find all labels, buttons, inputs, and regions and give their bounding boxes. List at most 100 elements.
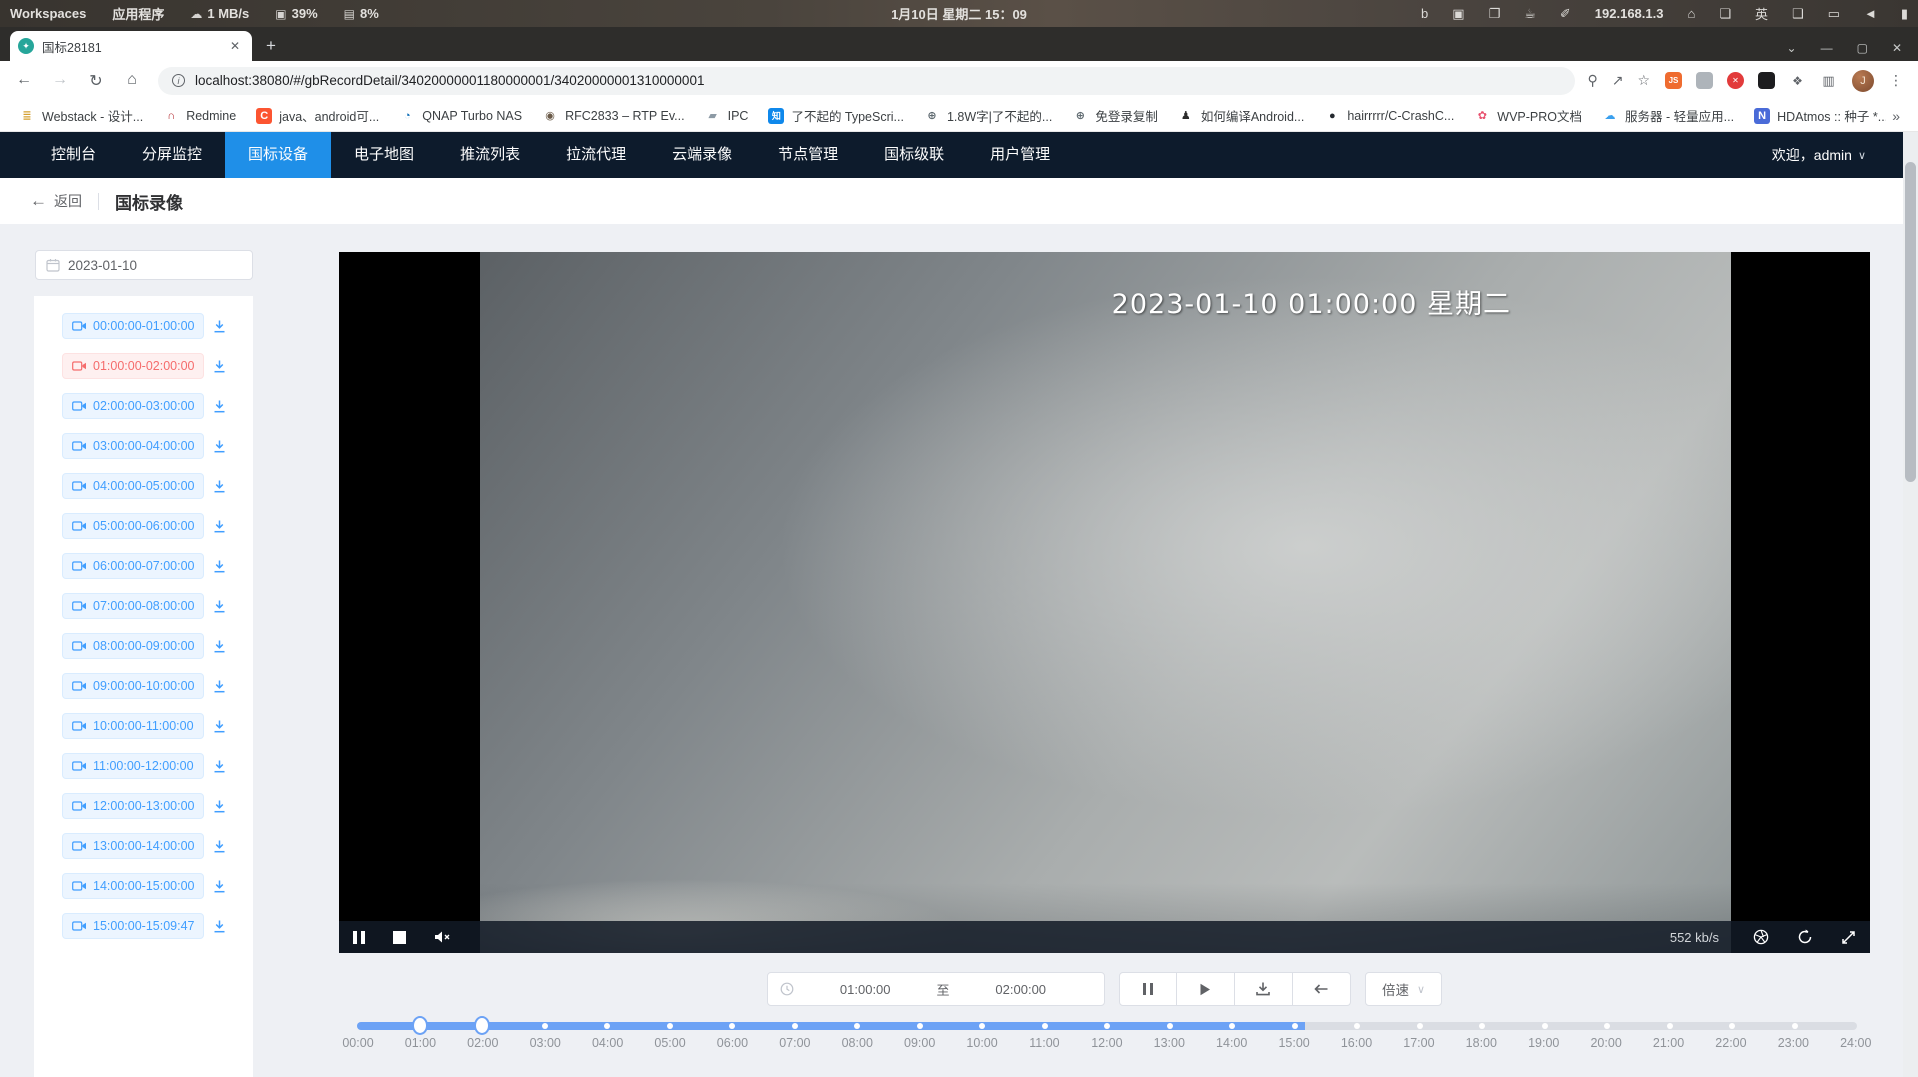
recording-segment[interactable]: 04:00:00-05:00:00 bbox=[62, 473, 204, 499]
player-pause-icon[interactable] bbox=[353, 931, 365, 944]
minimize-icon[interactable]: — bbox=[1821, 41, 1833, 55]
reload-icon[interactable]: ↻ bbox=[82, 71, 110, 91]
back-icon[interactable]: ← bbox=[10, 71, 38, 91]
nav-item[interactable]: 用户管理 bbox=[967, 132, 1073, 178]
recording-segment[interactable]: 05:00:00-06:00:00 bbox=[62, 513, 204, 539]
input-method-icon[interactable]: 英 bbox=[1755, 4, 1768, 23]
browser-tab[interactable]: ✦ 国标28181 ✕ bbox=[10, 31, 252, 61]
workspaces-button[interactable]: Workspaces bbox=[10, 6, 86, 21]
bookmark-item[interactable]: ⊕ 1.8W字|了不起的... bbox=[917, 102, 1059, 129]
bookmark-item[interactable]: ▰ IPC bbox=[698, 104, 756, 128]
extension-icon[interactable] bbox=[1758, 72, 1775, 89]
mute-icon[interactable] bbox=[434, 930, 451, 944]
key-icon[interactable]: ⚲ bbox=[1587, 72, 1597, 89]
bookmark-item[interactable]: ≣ Webstack - 设计... bbox=[12, 102, 150, 129]
profile-avatar[interactable]: J bbox=[1852, 70, 1874, 92]
bookmark-item[interactable]: ◉ RFC2833 – RTP Ev... bbox=[535, 104, 692, 128]
applications-button[interactable]: 应用程序 bbox=[112, 4, 164, 23]
share-icon[interactable]: ↗ bbox=[1612, 72, 1624, 89]
user-menu[interactable]: 欢迎，admin ∨ bbox=[1772, 145, 1918, 165]
download-icon[interactable] bbox=[212, 359, 227, 374]
recording-segment[interactable]: 02:00:00-03:00:00 bbox=[62, 393, 204, 419]
nav-item[interactable]: 拉流代理 bbox=[543, 132, 649, 178]
download-icon[interactable] bbox=[212, 919, 227, 934]
nav-item[interactable]: 节点管理 bbox=[755, 132, 861, 178]
recording-segment[interactable]: 14:00:00-15:00:00 bbox=[62, 873, 204, 899]
recording-segment[interactable]: 03:00:00-04:00:00 bbox=[62, 433, 204, 459]
download-icon[interactable] bbox=[212, 719, 227, 734]
clipboard-icon[interactable]: ❐ bbox=[1489, 6, 1501, 22]
nav-item[interactable]: 推流列表 bbox=[437, 132, 543, 178]
nav-item[interactable]: 分屏监控 bbox=[119, 132, 225, 178]
play-button[interactable] bbox=[1177, 972, 1235, 1006]
site-info-icon[interactable]: i bbox=[172, 74, 185, 87]
back-arrow-icon[interactable]: ← bbox=[30, 191, 47, 211]
browser-menu-icon[interactable]: ⋮ bbox=[1889, 72, 1904, 89]
bookmarks-overflow-icon[interactable]: » bbox=[1886, 108, 1906, 124]
bookmark-item[interactable]: 知 了不起的 TypeScri... bbox=[761, 102, 911, 129]
recording-segment[interactable]: 06:00:00-07:00:00 bbox=[62, 553, 204, 579]
color-picker-icon[interactable]: ✐ bbox=[1560, 6, 1571, 22]
extension-icon[interactable]: ✕ bbox=[1727, 72, 1744, 89]
bing-icon[interactable]: b bbox=[1421, 6, 1428, 21]
download-icon[interactable] bbox=[212, 319, 227, 334]
maximize-icon[interactable]: ▢ bbox=[1857, 41, 1868, 55]
range-end-time[interactable]: 02:00:00 bbox=[949, 982, 1092, 997]
bookmark-item[interactable]: ● hairrrrr/C-CrashC... bbox=[1317, 104, 1461, 128]
screenshot-tool-icon[interactable]: ▣ bbox=[1452, 6, 1464, 22]
seek-back-button[interactable] bbox=[1293, 972, 1351, 1006]
extension-icon[interactable] bbox=[1696, 72, 1713, 89]
battery-icon[interactable]: ▮ bbox=[1901, 6, 1908, 22]
download-icon[interactable] bbox=[212, 439, 227, 454]
phone-link-icon[interactable]: ❑ bbox=[1792, 6, 1804, 22]
recording-segment[interactable]: 00:00:00-01:00:00 bbox=[62, 313, 204, 339]
download-button[interactable] bbox=[1235, 972, 1293, 1006]
bookmark-item[interactable]: C java、android可... bbox=[249, 102, 386, 129]
bookmark-item[interactable]: ☁ 服务器 - 轻量应用... bbox=[1595, 102, 1741, 129]
forward-icon[interactable]: → bbox=[46, 71, 74, 91]
nav-item[interactable]: 国标级联 bbox=[861, 132, 967, 178]
volume-icon[interactable]: ◄ bbox=[1864, 6, 1877, 21]
nav-item[interactable]: 控制台 bbox=[28, 132, 119, 178]
scrollbar[interactable] bbox=[1903, 132, 1918, 1077]
extension-icon[interactable]: JS bbox=[1665, 72, 1682, 89]
home-icon[interactable]: ⌂ bbox=[118, 71, 146, 91]
window-close-icon[interactable]: ✕ bbox=[1892, 41, 1902, 55]
download-icon[interactable] bbox=[212, 479, 227, 494]
speed-dropdown[interactable]: 倍速 ∨ bbox=[1365, 972, 1442, 1006]
date-input[interactable] bbox=[68, 258, 242, 273]
display-icon[interactable]: ▭ bbox=[1828, 6, 1840, 22]
bookmark-item[interactable]: ⊕ 免登录复制 bbox=[1065, 102, 1165, 129]
timeline-handle[interactable] bbox=[474, 1016, 490, 1035]
bookmark-item[interactable]: ✿ WVP-PRO文档 bbox=[1467, 102, 1589, 129]
bookmark-item[interactable]: ◔ QNAP Turbo NAS bbox=[392, 104, 529, 128]
date-picker[interactable] bbox=[35, 250, 253, 280]
download-icon[interactable] bbox=[212, 679, 227, 694]
back-button[interactable]: 返回 bbox=[54, 191, 82, 211]
nav-item[interactable]: 国标设备 bbox=[225, 132, 331, 178]
tab-close-icon[interactable]: ✕ bbox=[226, 37, 244, 55]
download-icon[interactable] bbox=[212, 599, 227, 614]
nav-item[interactable]: 电子地图 bbox=[331, 132, 437, 178]
bookmark-item[interactable]: ∩ Redmine bbox=[156, 104, 243, 128]
recording-segment[interactable]: 07:00:00-08:00:00 bbox=[62, 593, 204, 619]
timeline-handle[interactable] bbox=[412, 1016, 428, 1035]
workspace-switcher-icon[interactable]: ❏ bbox=[1719, 6, 1731, 22]
timeline-slider[interactable] bbox=[357, 1022, 1857, 1030]
refresh-icon[interactable] bbox=[1797, 929, 1813, 945]
url-bar[interactable]: i localhost:38080/#/gbRecordDetail/34020… bbox=[158, 67, 1575, 95]
video-player[interactable]: 2023-01-10 01:00:00 星期二 552 kb/s bbox=[339, 252, 1870, 953]
caffeine-icon[interactable]: ☕ bbox=[1524, 6, 1536, 22]
recording-segment[interactable]: 08:00:00-09:00:00 bbox=[62, 633, 204, 659]
recording-segment[interactable]: 11:00:00-12:00:00 bbox=[62, 753, 204, 779]
bookmark-item[interactable]: ♟ 如何编译Android... bbox=[1171, 102, 1312, 129]
download-icon[interactable] bbox=[212, 559, 227, 574]
download-icon[interactable] bbox=[212, 519, 227, 534]
ip-address[interactable]: 192.168.1.3 bbox=[1595, 6, 1664, 21]
tab-search-icon[interactable]: ⌄ bbox=[1787, 41, 1797, 55]
download-icon[interactable] bbox=[212, 399, 227, 414]
range-start-time[interactable]: 01:00:00 bbox=[794, 982, 937, 997]
download-icon[interactable] bbox=[212, 639, 227, 654]
download-icon[interactable] bbox=[212, 799, 227, 814]
player-stop-icon[interactable] bbox=[393, 931, 406, 944]
